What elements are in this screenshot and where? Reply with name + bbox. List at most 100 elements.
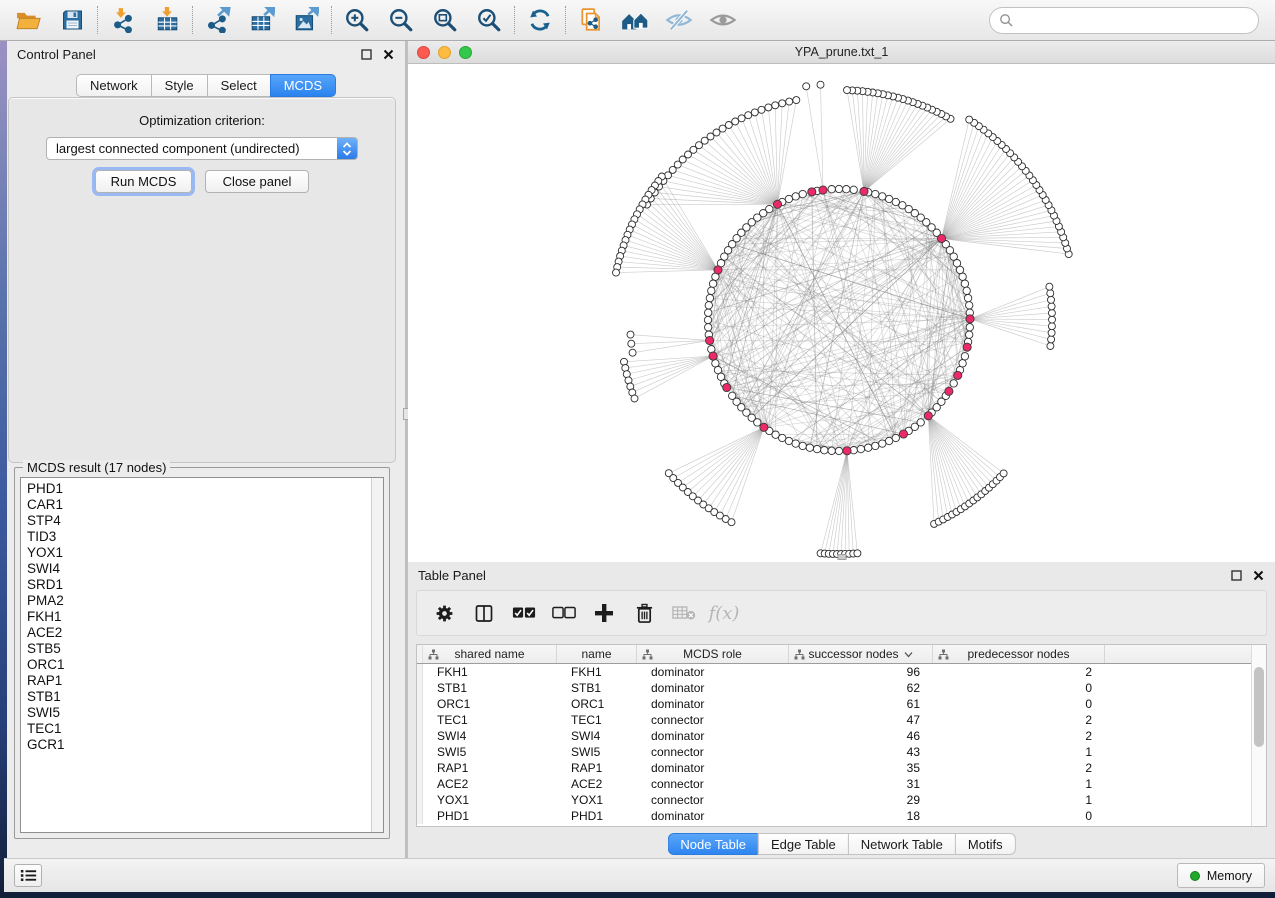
run-mcds-button[interactable]: Run MCDS xyxy=(95,170,192,193)
cell-predecessor-nodes[interactable]: 0 xyxy=(933,680,1105,696)
cell-shared-name[interactable]: TEC1 xyxy=(423,712,557,728)
column-header-successor-nodes[interactable]: successor nodes xyxy=(789,645,933,663)
table-row[interactable]: FKH1FKH1dominator962 xyxy=(417,664,1266,680)
close-panel-button[interactable] xyxy=(381,47,395,61)
cell-MCDS-role[interactable]: dominator xyxy=(637,808,789,824)
cell-MCDS-role[interactable]: dominator xyxy=(637,664,789,680)
optimization-criterion-select[interactable]: largest connected component (undirected) xyxy=(46,137,358,160)
zoom-selected-button[interactable] xyxy=(467,3,511,37)
refresh-button[interactable] xyxy=(518,3,562,37)
table-row[interactable]: ORC1ORC1dominator610 xyxy=(417,696,1266,712)
cell-shared-name[interactable]: PHD1 xyxy=(423,808,557,824)
add-column-button[interactable] xyxy=(589,597,619,629)
open-button[interactable] xyxy=(6,3,50,37)
cell-successor-nodes[interactable]: 29 xyxy=(789,792,933,808)
table-scrollbar[interactable] xyxy=(1251,645,1266,826)
mcds-result-item[interactable]: CAR1 xyxy=(27,497,383,513)
delete-column-button[interactable] xyxy=(629,597,659,629)
split-columns-button[interactable] xyxy=(469,597,499,629)
hide-selected-button[interactable] xyxy=(657,3,701,37)
mcds-result-item[interactable]: SWI5 xyxy=(27,705,383,721)
mcds-result-item[interactable]: STP4 xyxy=(27,513,383,529)
cell-predecessor-nodes[interactable]: 1 xyxy=(933,776,1105,792)
table-settings-button[interactable] xyxy=(429,597,459,629)
cell-successor-nodes[interactable]: 31 xyxy=(789,776,933,792)
cell-MCDS-role[interactable]: connector xyxy=(637,792,789,808)
cell-predecessor-nodes[interactable]: 0 xyxy=(933,808,1105,824)
cell-shared-name[interactable]: ORC1 xyxy=(423,696,557,712)
cell-MCDS-role[interactable]: connector xyxy=(637,776,789,792)
tab-edge-table[interactable]: Edge Table xyxy=(758,833,848,855)
table-row[interactable]: TEC1TEC1connector472 xyxy=(417,712,1266,728)
cell-successor-nodes[interactable]: 62 xyxy=(789,680,933,696)
tab-motifs[interactable]: Motifs xyxy=(955,833,1016,855)
mcds-result-item[interactable]: YOX1 xyxy=(27,545,383,561)
cell-shared-name[interactable]: ACE2 xyxy=(423,776,557,792)
mcds-result-item[interactable]: ORC1 xyxy=(27,657,383,673)
cell-MCDS-role[interactable]: dominator xyxy=(637,696,789,712)
cell-MCDS-role[interactable]: dominator xyxy=(637,760,789,776)
cell-name[interactable]: FKH1 xyxy=(557,664,637,680)
tab-network-table[interactable]: Network Table xyxy=(848,833,955,855)
duplicate-network-button[interactable] xyxy=(569,3,613,37)
table-row[interactable]: YOX1YOX1connector291 xyxy=(417,792,1266,808)
table-row[interactable]: ACE2ACE2connector311 xyxy=(417,776,1266,792)
cell-name[interactable]: TEC1 xyxy=(557,712,637,728)
mcds-result-item[interactable]: PMA2 xyxy=(27,593,383,609)
cell-successor-nodes[interactable]: 96 xyxy=(789,664,933,680)
cell-shared-name[interactable]: SWI4 xyxy=(423,728,557,744)
result-scrollbar[interactable] xyxy=(371,478,383,832)
export-image-button[interactable] xyxy=(284,3,328,37)
window-minimize-button[interactable] xyxy=(438,46,451,59)
import-table-button[interactable] xyxy=(145,3,189,37)
cell-successor-nodes[interactable]: 35 xyxy=(789,760,933,776)
select-all-button[interactable] xyxy=(509,597,539,629)
export-network-button[interactable] xyxy=(196,3,240,37)
cell-predecessor-nodes[interactable]: 2 xyxy=(933,712,1105,728)
network-canvas[interactable] xyxy=(408,64,1275,561)
search-input[interactable] xyxy=(1020,13,1249,28)
mcds-result-item[interactable]: TID3 xyxy=(27,529,383,545)
cell-name[interactable]: RAP1 xyxy=(557,760,637,776)
mcds-result-item[interactable]: SWI4 xyxy=(27,561,383,577)
close-panel-action-button[interactable]: Close panel xyxy=(205,170,309,193)
mcds-result-item[interactable]: ACE2 xyxy=(27,625,383,641)
memory-button[interactable]: Memory xyxy=(1177,863,1265,888)
cell-predecessor-nodes[interactable]: 2 xyxy=(933,728,1105,744)
table-row[interactable]: RAP1RAP1dominator352 xyxy=(417,760,1266,776)
cell-name[interactable]: SWI5 xyxy=(557,744,637,760)
cell-shared-name[interactable]: FKH1 xyxy=(423,664,557,680)
table-row[interactable]: STB1STB1dominator620 xyxy=(417,680,1266,696)
cell-shared-name[interactable]: RAP1 xyxy=(423,760,557,776)
cell-name[interactable]: ACE2 xyxy=(557,776,637,792)
zoom-fit-button[interactable] xyxy=(423,3,467,37)
export-table-button[interactable] xyxy=(240,3,284,37)
mcds-result-item[interactable]: PHD1 xyxy=(27,481,383,497)
cell-MCDS-role[interactable]: dominator xyxy=(637,728,789,744)
float-panel-button[interactable] xyxy=(359,47,373,61)
zoom-in-button[interactable] xyxy=(335,3,379,37)
cell-predecessor-nodes[interactable]: 1 xyxy=(933,792,1105,808)
tab-select[interactable]: Select xyxy=(207,74,270,97)
deselect-all-button[interactable] xyxy=(549,597,579,629)
search-box[interactable] xyxy=(989,7,1259,34)
cell-shared-name[interactable]: STB1 xyxy=(423,680,557,696)
mcds-result-item[interactable]: GCR1 xyxy=(27,737,383,753)
zoom-out-button[interactable] xyxy=(379,3,423,37)
cell-successor-nodes[interactable]: 46 xyxy=(789,728,933,744)
first-neighbors-button[interactable] xyxy=(613,3,657,37)
cell-predecessor-nodes[interactable]: 1 xyxy=(933,744,1105,760)
float-table-panel-button[interactable] xyxy=(1229,568,1243,582)
mcds-result-item[interactable]: STB5 xyxy=(27,641,383,657)
table-scrollbar-thumb[interactable] xyxy=(1254,667,1264,747)
tab-node-table[interactable]: Node Table xyxy=(667,833,758,855)
network-graph[interactable] xyxy=(408,64,1275,561)
column-header-shared-name[interactable]: shared name xyxy=(423,645,557,663)
cell-shared-name[interactable]: SWI5 xyxy=(423,744,557,760)
cell-MCDS-role[interactable]: connector xyxy=(637,712,789,728)
horizontal-splitter-grip[interactable] xyxy=(837,554,846,560)
column-header-name[interactable]: name xyxy=(557,645,637,663)
table-row[interactable]: PHD1PHD1dominator180 xyxy=(417,808,1266,824)
table-row[interactable]: SWI4SWI4dominator462 xyxy=(417,728,1266,744)
task-history-button[interactable] xyxy=(14,864,42,887)
